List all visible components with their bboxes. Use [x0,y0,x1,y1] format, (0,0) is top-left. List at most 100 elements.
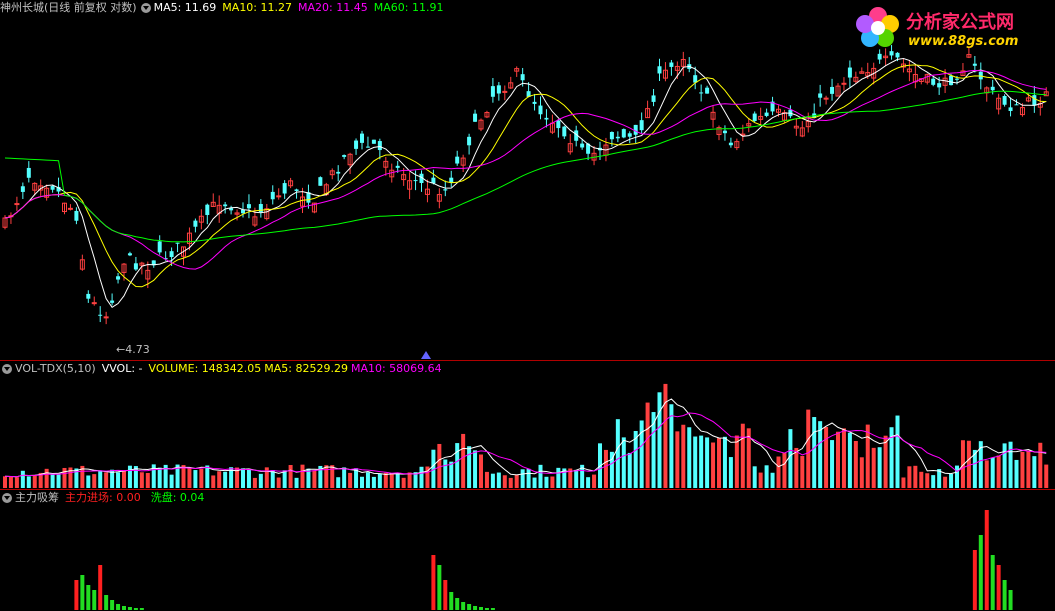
volume-bar [56,474,61,488]
volume-bar [592,474,597,488]
volume-bar [925,473,930,488]
volume-bar [122,470,126,488]
volume-bar [187,468,192,488]
vol-ma5-readout: MA5: 82529.29 [264,362,348,375]
volume-bar [788,429,793,488]
volume-bar [996,455,1001,488]
volume-bar [782,453,787,488]
indicator-bar [98,565,103,610]
candle-body [193,220,198,227]
indicator-title: 主力吸筹 [15,491,59,504]
settings-circle-icon[interactable] [2,493,12,503]
candle-body [556,120,561,129]
candle-body [246,204,251,209]
volume-bar [1044,464,1049,488]
candle-body [74,210,79,221]
candle-body [490,86,495,97]
price-panel: 神州长城(日线 前复权 对数) MA5: 11.69 MA10: 11.27 M… [0,0,1055,360]
volume-bar [812,417,817,488]
indicator-bar [972,550,977,610]
volume-bar [479,454,483,488]
ma5-readout: MA5: 11.69 [153,1,217,14]
volume-bar [270,470,275,488]
volume-bar [955,465,959,488]
candle-body [520,74,525,81]
volume-bar [663,383,668,488]
volume-bar [139,472,144,488]
indicator-bar [127,607,132,610]
candle-body [205,204,210,215]
volume-bar [586,477,591,488]
volume-bar [526,468,531,488]
volume-bar [830,440,835,488]
candle-body [1014,104,1019,106]
candle-body [354,140,359,149]
volume-bar [752,466,757,488]
volume-bar [348,472,353,488]
indicator-bar [74,580,79,610]
volume-bar [538,464,543,488]
ma60-readout: MA60: 11.91 [373,1,444,14]
candle-body [841,82,847,85]
flower-logo-icon [856,7,899,47]
volume-bar [193,470,198,488]
volume-bar [252,477,257,488]
candle-body [336,171,341,174]
volume-bar [603,449,608,488]
volume-bar [895,415,900,488]
candle-body [270,191,275,200]
candle-body [532,101,537,104]
candle-body [127,253,132,256]
candlestick-chart [2,45,1049,325]
volume-bar [931,475,936,488]
volume-bar [687,427,692,488]
settings-circle-icon[interactable] [140,3,151,13]
vol-ma10-readout: MA10: 58069.64 [350,362,442,375]
candle-body [443,189,448,191]
volume-bar [841,428,846,488]
volume-bar [1038,442,1043,488]
volume-bar [627,452,632,488]
indicator-bar [437,565,442,610]
candle-body [20,186,25,192]
settings-circle-icon[interactable] [2,364,12,374]
volume-bar [532,477,537,488]
indicator-bar [122,606,126,610]
volume-bar [62,467,67,488]
volume-bar [217,471,222,488]
volume-bar [282,470,287,488]
candle-body [14,203,20,206]
candle-body [722,130,727,134]
volume-bar [514,474,519,488]
volume-bar [722,436,727,488]
volume-bar [794,447,799,488]
candle-body [752,113,757,121]
volume-bar [919,471,924,488]
volume-bar [157,467,162,488]
volume-bar [645,402,650,488]
ma20-readout: MA20: 11.45 [298,1,368,14]
candle-body [937,83,942,88]
candle-body [1008,107,1013,111]
candle-body [609,132,614,140]
volume-bar [734,435,739,488]
indicator-bar [490,608,495,610]
volume-bar [699,435,704,488]
volume-bar [865,424,870,488]
volume-bar [883,435,888,488]
volume-bar [877,447,882,488]
volume-bar [276,477,281,488]
volume-bar [50,474,55,488]
candle-body [705,87,710,94]
candle-body [98,314,103,316]
low-price-marker: ←4.73 [116,343,150,356]
volume-bar [258,473,263,488]
candle-body [990,86,995,91]
candle-body [223,204,228,207]
candle-body [955,78,959,80]
indicator-bar [455,598,460,610]
candle-body [377,141,382,151]
volume-bar [824,427,829,488]
indicator-bar [133,608,138,610]
volume-bar [1008,441,1013,488]
